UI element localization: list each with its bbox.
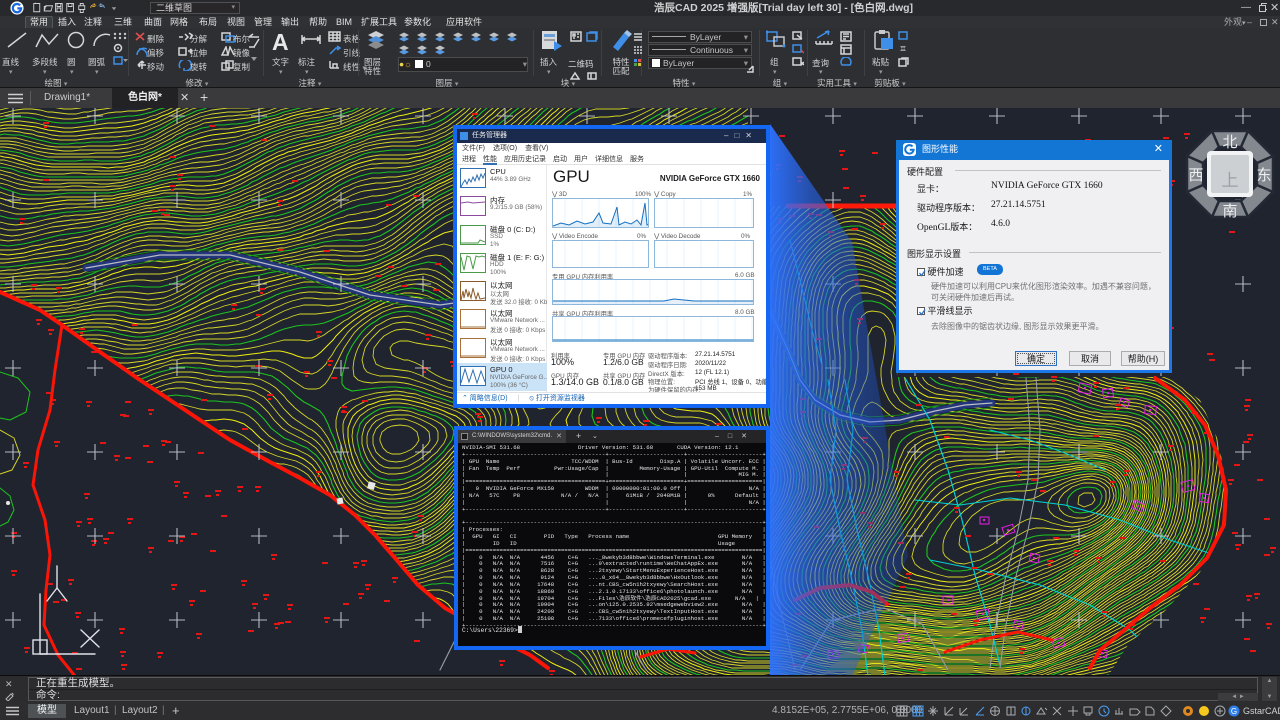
svg-text:西: 西 — [1188, 167, 1203, 184]
svg-text:北: 北 — [1222, 134, 1237, 151]
svg-text:东: 东 — [1256, 167, 1271, 184]
svg-text:G: G — [1231, 707, 1237, 716]
svg-text:上: 上 — [1222, 171, 1239, 190]
svg-text:南: 南 — [1222, 203, 1237, 220]
